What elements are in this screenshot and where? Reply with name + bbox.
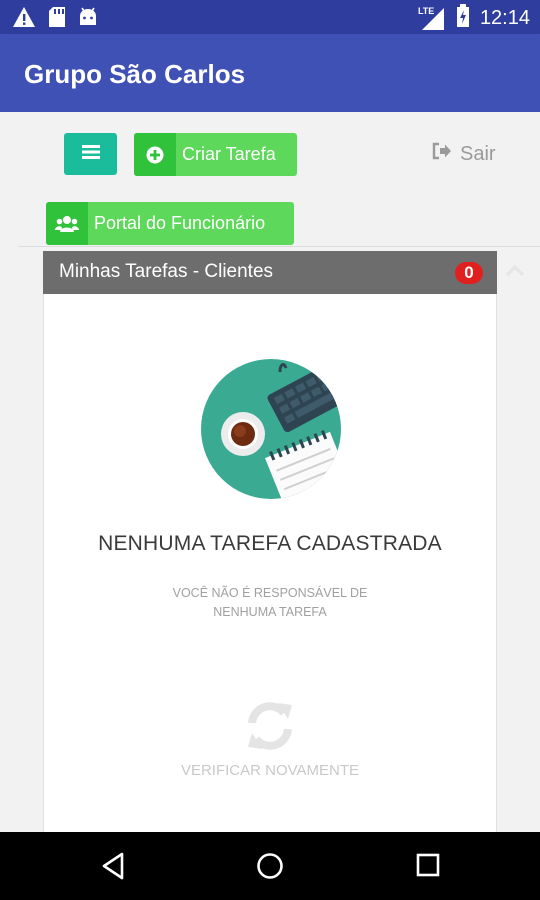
tasks-panel-title: Minhas Tarefas - Clientes [59, 261, 274, 282]
navigation-bar [0, 832, 540, 900]
logout-label: Sair [460, 142, 496, 165]
app-bar: Grupo São Carlos [0, 34, 540, 112]
employee-portal-label: Portal do Funcionário [94, 213, 266, 233]
tasks-panel-body: NENHUMA TAREFA CADASTRADA VOCÊ NÃO É RES… [43, 294, 497, 835]
battery-icon [456, 4, 470, 33]
warning-icon [12, 6, 36, 33]
network-type-label: LTE [417, 5, 435, 16]
clock: 12:14 [479, 7, 530, 29]
sign-out-icon [432, 142, 452, 166]
back-icon[interactable] [100, 852, 126, 885]
status-bar: LTE 12:14 [0, 0, 540, 34]
main-content: Criar Tarefa Sair Portal do Funcionário … [0, 112, 540, 835]
home-icon[interactable] [256, 852, 284, 885]
app-title: Grupo São Carlos [24, 59, 246, 89]
empty-state-title: NENHUMA TAREFA CADASTRADA [98, 532, 442, 555]
divider [18, 246, 540, 247]
empty-state-subtitle-line1: VOCÊ NÃO É RESPONSÁVEL DE [172, 586, 368, 600]
create-task-label: Criar Tarefa [182, 144, 276, 164]
employee-portal-button[interactable]: Portal do Funcionário [46, 202, 294, 245]
recent-apps-icon[interactable] [416, 853, 440, 882]
chevron-up-icon[interactable] [505, 263, 525, 282]
hamburger-icon [81, 144, 100, 165]
android-icon [78, 7, 98, 32]
coffee-keyboard-illustration [200, 358, 342, 505]
refresh-icon[interactable] [244, 701, 296, 756]
plus-circle-icon [134, 133, 176, 176]
sd-card-icon [48, 6, 66, 33]
task-count-badge: 0 [455, 262, 483, 284]
verify-again-button[interactable]: VERIFICAR NOVAMENTE [44, 762, 496, 779]
empty-state-subtitle: VOCÊ NÃO É RESPONSÁVEL DE NENHUMA TAREFA [44, 584, 496, 622]
users-icon [46, 202, 88, 245]
menu-button[interactable] [64, 133, 117, 175]
create-task-button[interactable]: Criar Tarefa [134, 133, 297, 176]
empty-state-subtitle-line2: NENHUMA TAREFA [213, 605, 327, 619]
tasks-panel-header[interactable]: Minhas Tarefas - Clientes 0 [43, 251, 525, 294]
logout-button[interactable]: Sair [432, 142, 496, 166]
signal-icon: LTE [418, 6, 446, 32]
